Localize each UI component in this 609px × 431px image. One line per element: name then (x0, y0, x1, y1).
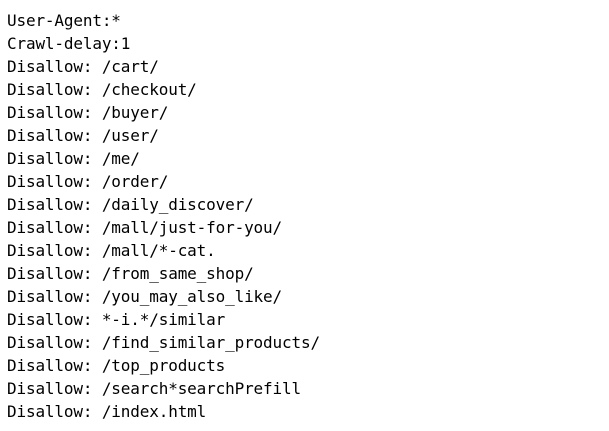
disallow-line: Disallow: /checkout/ (7, 80, 197, 99)
disallow-line: Disallow: /you_may_also_like/ (7, 287, 283, 306)
disallow-line: Disallow: /find_similar_products/ (7, 333, 320, 352)
disallow-line: Disallow: /top_products (7, 356, 226, 375)
disallow-line: Disallow: /buyer/ (7, 103, 169, 122)
disallow-line: Disallow: /user/ (7, 126, 159, 145)
disallow-line: Disallow: /mall/just-for-you/ (7, 218, 283, 237)
disallow-line: Disallow: /mall/*-cat. (7, 241, 216, 260)
disallow-line: Disallow: *-i.*/similar (7, 310, 226, 329)
disallow-line: Disallow: /search*searchPrefill (7, 379, 301, 398)
crawl-delay-line: Crawl-delay:1 (7, 34, 131, 53)
disallow-line: Disallow: /me/ (7, 149, 140, 168)
disallow-line: Disallow: /order/ (7, 172, 169, 191)
disallow-line: Disallow: /from_same_shop/ (7, 264, 254, 283)
disallow-line: Disallow: /daily_discover/ (7, 195, 254, 214)
user-agent-line: User-Agent:* (7, 11, 121, 30)
disallow-line: Disallow: /index.html (7, 402, 207, 421)
disallow-line: Disallow: /cart/ (7, 57, 159, 76)
robots-txt-document: User-Agent:* Crawl-delay:1 Disallow: /ca… (7, 9, 320, 423)
